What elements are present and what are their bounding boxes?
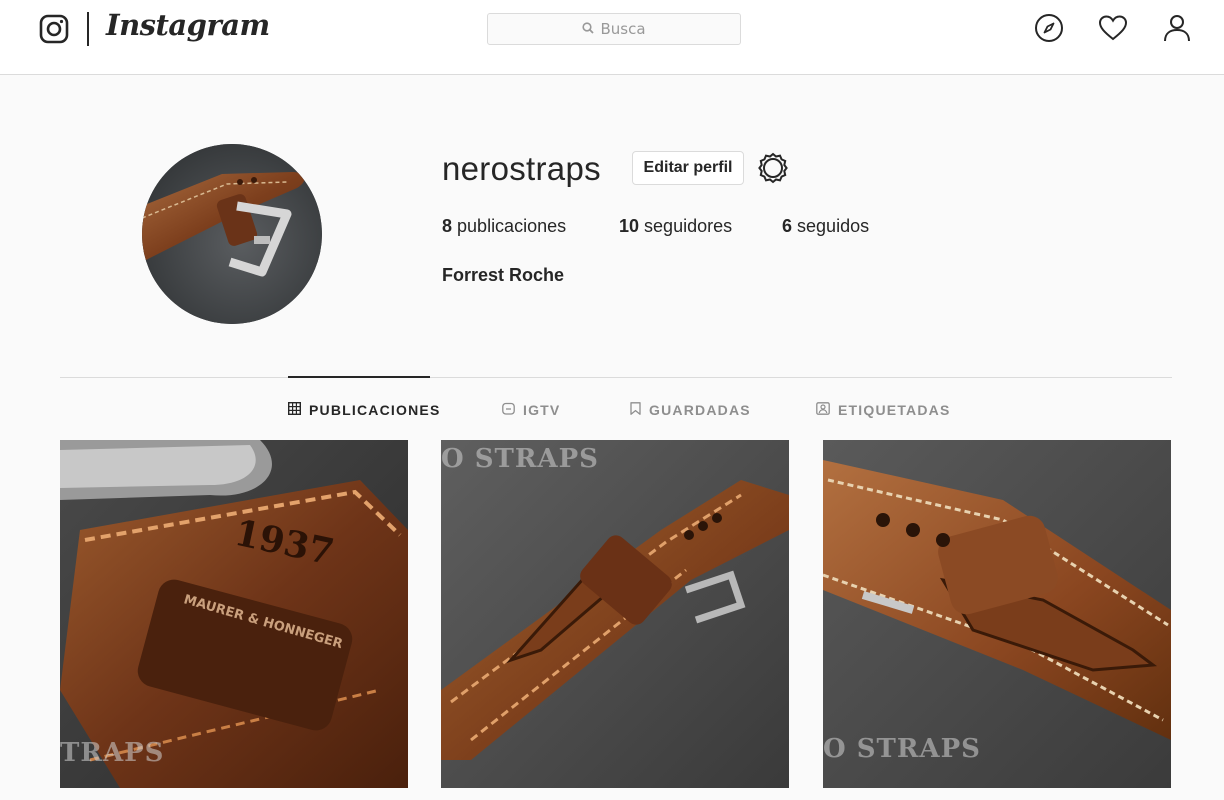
profile-full-name: Forrest Roche bbox=[442, 265, 565, 285]
tab-label: GUARDADAS bbox=[649, 402, 751, 418]
post-watermark: TRAPS bbox=[60, 738, 165, 768]
active-tab-indicator bbox=[288, 376, 430, 378]
post-watermark: O STRAPS bbox=[823, 734, 981, 764]
search-placeholder: Busca bbox=[600, 20, 646, 38]
stat-following[interactable]: 6 seguidos bbox=[782, 216, 869, 237]
post-thumbnail[interactable]: O STRAPS bbox=[823, 440, 1171, 788]
instagram-wordmark[interactable]: Instagram bbox=[106, 8, 270, 42]
stat-followers-label: seguidores bbox=[644, 216, 733, 236]
tab-etiquetadas[interactable]: ETIQUETADAS bbox=[816, 400, 951, 420]
tv-icon bbox=[502, 402, 523, 418]
post-thumbnail[interactable]: 1937 MAURER & HONNEGER TRAPS bbox=[60, 440, 408, 788]
tab-label: ETIQUETADAS bbox=[838, 402, 951, 418]
profile-username: nerostraps bbox=[442, 150, 601, 187]
top-nav: Instagram Busca bbox=[0, 0, 1224, 75]
stat-following-label: seguidos bbox=[797, 216, 870, 236]
search-input[interactable]: Busca bbox=[487, 13, 741, 45]
instagram-glyph-icon[interactable] bbox=[38, 13, 70, 45]
tab-guardadas[interactable]: GUARDADAS bbox=[630, 400, 751, 420]
stat-posts-label: publicaciones bbox=[457, 216, 567, 236]
tab-label: PUBLICACIONES bbox=[309, 402, 441, 418]
user-icon[interactable] bbox=[1162, 13, 1192, 43]
bookmark-icon bbox=[630, 402, 649, 418]
grid-icon bbox=[287, 401, 309, 418]
stat-following-count: 6 bbox=[782, 216, 793, 236]
tag-icon bbox=[816, 402, 838, 418]
post-watermark: O STRAPS bbox=[441, 444, 599, 474]
tab-label: IGTV bbox=[523, 402, 561, 418]
tabs-divider bbox=[60, 377, 1172, 378]
post-thumbnail[interactable]: O STRAPS bbox=[441, 440, 789, 788]
stat-posts-count: 8 bbox=[442, 216, 453, 236]
logo-divider bbox=[87, 12, 89, 46]
tab-igtv[interactable]: IGTV bbox=[502, 400, 560, 420]
stat-followers-count: 10 bbox=[619, 216, 640, 236]
edit-profile-button[interactable]: Editar perfil bbox=[632, 151, 744, 185]
compass-icon[interactable] bbox=[1034, 13, 1064, 43]
tab-publicaciones[interactable]: PUBLICACIONES bbox=[287, 400, 441, 420]
avatar[interactable] bbox=[142, 144, 322, 324]
stat-followers[interactable]: 10 seguidores bbox=[619, 216, 732, 237]
heart-icon[interactable] bbox=[1098, 13, 1128, 43]
stat-posts[interactable]: 8 publicaciones bbox=[442, 216, 566, 237]
search-icon bbox=[582, 20, 600, 38]
gear-icon[interactable] bbox=[757, 152, 789, 184]
